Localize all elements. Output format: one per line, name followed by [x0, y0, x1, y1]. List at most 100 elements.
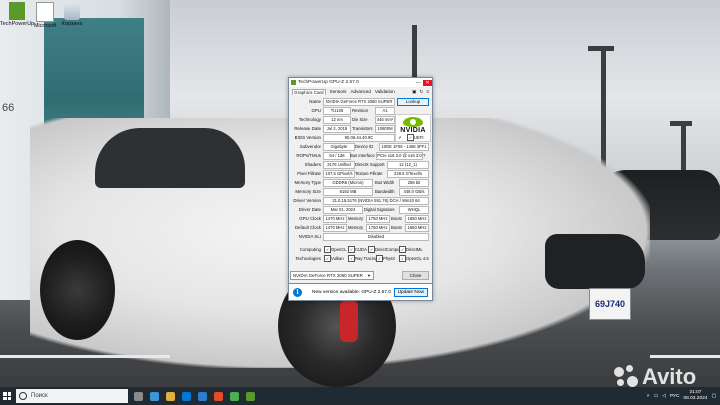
minimize-button[interactable]: —	[414, 80, 423, 86]
shaders-field[interactable]: 2176 Unified	[323, 161, 355, 169]
texture-fillrate-field[interactable]: 228.5 GTexel/s	[387, 170, 429, 178]
sli-field[interactable]: Disabled	[323, 233, 429, 241]
physx-checkbox[interactable]: ✓	[376, 255, 383, 262]
transistors-field[interactable]: 10800M	[375, 125, 395, 133]
edge-icon[interactable]	[150, 391, 159, 401]
mail-icon[interactable]	[198, 391, 207, 401]
memory-size-field[interactable]: 8192 MB	[323, 188, 373, 196]
taskbar: Поиск ˄ ▭ ◁ РУС 21:07 08.03.2024 ▢	[0, 387, 720, 405]
menu-icon[interactable]: ≡	[426, 89, 429, 95]
title-bar[interactable]: TechPowerUp GPU-Z 2.57.0 — ✕	[289, 78, 432, 87]
info-icon: i	[293, 287, 302, 297]
pixel-fillrate-field[interactable]: 107.5 GPixel/s	[323, 170, 355, 178]
memory-type-field[interactable]: GDDR6 (Micron)	[323, 179, 373, 187]
desktop-icon-recycle-bin[interactable]: Корзина	[55, 2, 89, 27]
road-marking	[650, 355, 720, 358]
bandwidth-field[interactable]: 448.0 GB/s	[399, 188, 429, 196]
file-explorer-icon[interactable]	[166, 391, 175, 401]
tab-validation[interactable]: Validation	[375, 89, 395, 94]
update-message: New version available: GPU-Z 2.57.0	[312, 289, 391, 295]
revision-field[interactable]: A1	[375, 107, 395, 115]
tab-sensors[interactable]: Sensors	[330, 89, 347, 94]
volume-icon[interactable]: ◁	[662, 394, 666, 399]
subvendor-field[interactable]: Gigabyte	[323, 143, 355, 151]
bandwidth-label: Bandwidth	[375, 189, 395, 194]
gpuz-taskbar-icon[interactable]	[246, 391, 255, 401]
lookup-button[interactable]: Lookup	[397, 98, 429, 106]
language-indicator[interactable]: РУС	[670, 394, 680, 399]
refresh-icon[interactable]: ↻	[419, 89, 423, 95]
gpu-selector-dropdown[interactable]: NVIDIA GeForce RTX 2060 SUPER ▼	[290, 271, 374, 280]
gpu-field[interactable]: TU106	[323, 107, 351, 115]
car-wheel-rear	[40, 240, 115, 340]
die-size-field[interactable]: 445 mm²	[375, 116, 395, 124]
driver-date-label: Driver Date	[298, 207, 321, 212]
directx-label: DirectX Support	[355, 162, 385, 167]
gpuz-app-icon	[291, 80, 296, 85]
app-icon[interactable]	[230, 391, 239, 401]
taskbar-search[interactable]: Поиск	[16, 389, 128, 403]
update-now-button[interactable]: Update Now	[393, 287, 428, 297]
technology-field[interactable]: 12 nm	[323, 116, 351, 124]
bios-field[interactable]: 90.06.44.40.9C	[323, 134, 395, 142]
uefi-label: UEFI	[414, 135, 424, 140]
ray-tracing-checkbox[interactable]: ✓	[348, 255, 355, 262]
notifications-icon[interactable]: ▢	[711, 394, 716, 399]
gpuz-shortcut-icon	[9, 2, 25, 20]
clock[interactable]: 21:07 08.03.2024	[683, 390, 707, 402]
directx-field[interactable]: 12 (12_1)	[387, 161, 429, 169]
help-icon[interactable]: ?	[423, 153, 425, 158]
row-subvendor: Subvendor Gigabyte Device ID 10DE 1F06 -…	[291, 142, 429, 151]
close-button[interactable]: Close	[402, 271, 429, 280]
cuda-label: CUDA	[355, 247, 367, 252]
close-window-button[interactable]: ✕	[423, 79, 432, 86]
store-icon[interactable]	[182, 391, 191, 401]
memory-clock-field[interactable]: 1750 MHz	[366, 215, 390, 223]
rops-field[interactable]: 64 / 136	[323, 152, 351, 160]
cuda-checkbox[interactable]: ✓	[348, 246, 355, 253]
row-gpu-clock: GPU Clock 1470 MHz Memory 1750 MHz Boost…	[291, 214, 429, 223]
browser-icon[interactable]	[214, 391, 223, 401]
default-boost-field[interactable]: 1650 MHz	[405, 224, 429, 232]
gpu-clock-label: GPU Clock	[299, 216, 321, 221]
start-button[interactable]	[0, 387, 14, 405]
building-number: 66	[2, 102, 15, 114]
name-field[interactable]: NVIDIA GeForce RTX 2060 SUPER	[323, 98, 395, 106]
license-plate: 69J740	[589, 288, 631, 320]
row-name: Name NVIDIA GeForce RTX 2060 SUPER Looku…	[291, 97, 429, 106]
row-bios: BIOS Version 90.06.44.40.9C ⇗ ✓ UEFI	[291, 133, 428, 142]
default-clock-field[interactable]: 1470 MHz	[323, 224, 347, 232]
driver-date-field[interactable]: Mar 01, 2024	[323, 206, 363, 214]
pixel-fillrate-label: Pixel Fillrate	[297, 171, 321, 176]
task-view-icon[interactable]	[134, 391, 143, 401]
bus-width-field[interactable]: 256 bit	[399, 179, 429, 187]
gpu-clock-field[interactable]: 1470 MHz	[323, 215, 347, 223]
window-title: TechPowerUp GPU-Z 2.57.0	[298, 80, 359, 85]
chevron-up-icon[interactable]: ˄	[647, 394, 650, 399]
vulkan-checkbox[interactable]: ✓	[324, 255, 331, 262]
opencl-checkbox[interactable]: ✓	[324, 246, 331, 253]
row-memory-size: Memory Size 8192 MB Bandwidth 448.0 GB/s	[291, 187, 429, 196]
tab-advanced[interactable]: Advanced	[350, 89, 370, 94]
device-id-field[interactable]: 10DE 1F06 - 1458 3FF1	[379, 143, 429, 151]
row-default-clock: Default Clock 1470 MHz Memory 1750 MHz B…	[291, 223, 429, 232]
default-memory-label: Memory	[348, 225, 364, 230]
gpu-label: GPU	[311, 108, 321, 113]
opengl-checkbox[interactable]: ✓	[399, 255, 406, 262]
directcompute-checkbox[interactable]: ✓	[368, 246, 375, 253]
digital-signature-field[interactable]: WHQL	[399, 206, 429, 214]
camera-icon[interactable]: ▣	[412, 89, 416, 95]
bus-interface-label: Bus Interface	[350, 153, 375, 158]
directml-checkbox[interactable]: ✓	[399, 246, 406, 253]
network-icon[interactable]: ▭	[654, 394, 659, 399]
tab-graphics-card[interactable]: Graphics Card	[292, 88, 326, 95]
die-size-label: Die Size	[352, 117, 368, 122]
driver-version-field[interactable]: 31.0.15.5176 (NVIDIA 551.76) DCH / Win10…	[323, 197, 429, 205]
uefi-checkbox[interactable]: ✓	[407, 134, 414, 141]
release-date-field[interactable]: Jul 2, 2019	[323, 125, 351, 133]
clock-date: 08.03.2024	[683, 396, 708, 401]
bus-interface-field[interactable]: PCIe x16 3.0 @ x16 3.0	[376, 152, 423, 160]
boost-clock-field[interactable]: 1650 MHz	[405, 215, 429, 223]
share-icon[interactable]: ⇗	[398, 135, 402, 140]
default-memory-field[interactable]: 1750 MHz	[366, 224, 390, 232]
